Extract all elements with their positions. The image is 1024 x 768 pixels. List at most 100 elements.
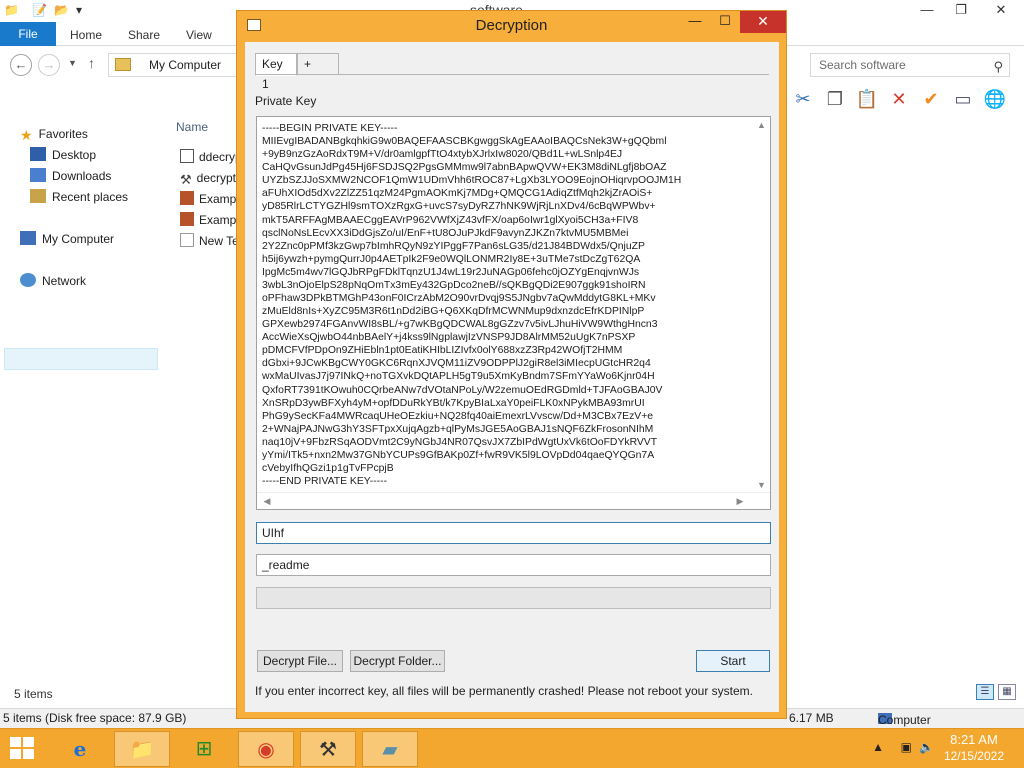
nav-network-label: Network — [42, 274, 87, 288]
folder-icon: 📁 — [4, 3, 19, 17]
search-placeholder: Search software — [819, 58, 906, 72]
nav-desktop-label: Desktop — [52, 148, 97, 162]
cut-icon[interactable]: ✂ — [790, 86, 816, 112]
nav-recent-places-label: Recent places — [52, 190, 129, 204]
status-location-label: Computer — [878, 713, 931, 727]
column-header-name[interactable]: Name — [176, 120, 208, 134]
scroll-up-icon[interactable]: ▲ — [753, 117, 770, 133]
ribbon-tab-share[interactable]: Share — [128, 22, 160, 46]
notepad-icon[interactable]: ▰ — [362, 731, 418, 767]
start-button-windows-icon[interactable] — [10, 737, 36, 761]
file-item[interactable]: Exampl — [180, 210, 239, 230]
private-key-textarea[interactable]: -----BEGIN PRIVATE KEY----- MIIEvgIBADAN… — [256, 116, 771, 510]
text-file-icon — [180, 233, 194, 247]
clock-time: 8:21 AM — [950, 732, 998, 747]
rename-icon[interactable]: ▭ — [950, 86, 976, 112]
nav-downloads[interactable]: Downloads — [30, 166, 111, 186]
up-arrow-icon[interactable]: ↑ — [88, 55, 95, 71]
volume-icon[interactable]: 🔈 — [919, 740, 934, 754]
file-item[interactable]: New Te — [180, 231, 239, 251]
large-icons-view-icon[interactable]: ▦ — [998, 684, 1016, 700]
file-explorer-icon[interactable]: 📁 — [114, 731, 170, 767]
decrypt-file-button[interactable]: Decrypt File... — [257, 650, 343, 672]
network-status-icon[interactable]: ▣ — [901, 740, 912, 754]
explorer-close-button[interactable]: ✕ — [978, 0, 1024, 20]
ribbon-tab-view[interactable]: View — [186, 22, 212, 46]
file-item[interactable]: Exampl — [180, 189, 239, 209]
details-view-icon[interactable]: ☰ — [976, 684, 994, 700]
explorer-maximize-button[interactable]: ❐ — [944, 0, 978, 20]
internet-explorer-icon[interactable]: e — [52, 731, 108, 767]
readme-field[interactable]: _readme — [256, 554, 771, 576]
explorer-toolbar: ✂ ❐ 📋 ✕ ✔ ▭ 🌐 — [790, 86, 1008, 114]
tab-key-1[interactable]: Key 1 — [255, 53, 297, 91]
dialog-client-area: Key 1 + Private Key -----BEGIN PRIVATE K… — [245, 42, 779, 712]
nav-my-computer-label: My Computer — [42, 232, 115, 246]
clock-date: 12/15/2022 — [943, 749, 1004, 763]
folder-icon — [115, 58, 131, 71]
ribbon-tab-home[interactable]: Home — [70, 22, 102, 46]
tab-add-key[interactable]: + — [297, 53, 339, 75]
tab-divider — [255, 74, 769, 75]
chrome-icon[interactable]: ◉ — [238, 731, 294, 767]
vertical-scrollbar[interactable]: ▲ ▼ — [753, 117, 770, 493]
minimize-button[interactable]: — — [680, 11, 710, 33]
dialog-titlebar[interactable]: Decryption — ☐ ✕ — [237, 11, 786, 41]
horizontal-scrollbar[interactable]: ◀ ▶ — [257, 492, 770, 509]
decryption-dialog: Decryption — ☐ ✕ Key 1 + Private Key ---… — [236, 10, 787, 719]
show-hidden-icons-icon[interactable]: ▲ — [872, 740, 884, 754]
check-icon[interactable]: ✔ — [918, 86, 944, 112]
explorer-window-buttons: — ❐ ✕ — [910, 0, 1024, 22]
search-input[interactable]: Search software ⚲ — [810, 53, 1010, 77]
decrypt-folder-button[interactable]: Decrypt Folder... — [350, 650, 445, 672]
desktop-icon — [30, 147, 46, 161]
scroll-left-icon[interactable]: ◀ — [259, 493, 275, 509]
search-icon[interactable]: ⚲ — [993, 56, 1003, 78]
progress-bar — [256, 587, 771, 609]
file-item[interactable]: ⚒ decrypt — [180, 168, 236, 188]
computer-icon — [20, 231, 36, 245]
start-button[interactable]: Start — [696, 650, 770, 672]
nav-desktop[interactable]: Desktop — [30, 145, 96, 165]
taskbar: e 📁 ⊞ ◉ ⚒ ▰ ▲ ▣ 🔈 8:21 AM 12/15/2022 — [0, 728, 1024, 768]
view-buttons: ☰ ▦ — [976, 684, 1016, 700]
image-file-icon — [180, 191, 194, 205]
maximize-button[interactable]: ☐ — [710, 11, 740, 33]
recent-places-icon — [30, 189, 46, 203]
close-button[interactable]: ✕ — [740, 11, 786, 33]
paste-icon[interactable]: 📋 — [854, 86, 880, 112]
nav-my-computer[interactable]: My Computer — [20, 229, 114, 249]
store-icon[interactable]: ⊞ — [176, 731, 232, 767]
nav-recent-places[interactable]: Recent places — [30, 187, 128, 207]
dialog-window-buttons: — ☐ ✕ — [680, 11, 786, 33]
file-name: Exampl — [199, 213, 240, 227]
properties-icon[interactable]: 📝 — [32, 3, 47, 19]
quick-access-dropdown-icon[interactable]: ▾ — [76, 3, 82, 19]
ribbon-tab-file[interactable]: File — [0, 22, 56, 46]
network-icon — [20, 273, 36, 287]
star-icon: ★ — [20, 127, 33, 143]
scroll-right-icon[interactable]: ▶ — [732, 493, 748, 509]
recent-locations-icon[interactable]: ▼ — [68, 58, 77, 68]
back-button[interactable]: ← — [10, 54, 32, 76]
forward-button[interactable]: → — [38, 54, 60, 76]
delete-icon[interactable]: ✕ — [886, 86, 912, 112]
globe-icon[interactable]: 🌐 — [982, 86, 1008, 112]
explorer-minimize-button[interactable]: — — [910, 0, 944, 20]
clock[interactable]: 8:21 AM 12/15/2022 — [944, 732, 1004, 764]
extension-field[interactable]: UIhf — [256, 522, 771, 544]
scroll-down-icon[interactable]: ▼ — [753, 477, 770, 493]
copy-icon[interactable]: ❐ — [822, 86, 848, 112]
file-item[interactable]: ddecryp — [180, 147, 242, 167]
hammer-tool-icon[interactable]: ⚒ — [300, 731, 356, 767]
private-key-label: Private Key — [255, 94, 317, 108]
private-key-text[interactable]: -----BEGIN PRIVATE KEY----- MIIEvgIBADAN… — [262, 122, 754, 488]
nav-selection-highlight — [4, 348, 158, 370]
new-folder-icon[interactable]: 📂 — [54, 3, 69, 19]
nav-favorites[interactable]: ★ Favorites — [20, 124, 88, 144]
nav-network[interactable]: Network — [20, 271, 86, 291]
status-size: 6.17 MB — [789, 711, 834, 725]
address-field[interactable]: My Computer — [108, 53, 238, 77]
items-count: 5 items — [14, 687, 53, 701]
nav-downloads-label: Downloads — [52, 169, 112, 183]
